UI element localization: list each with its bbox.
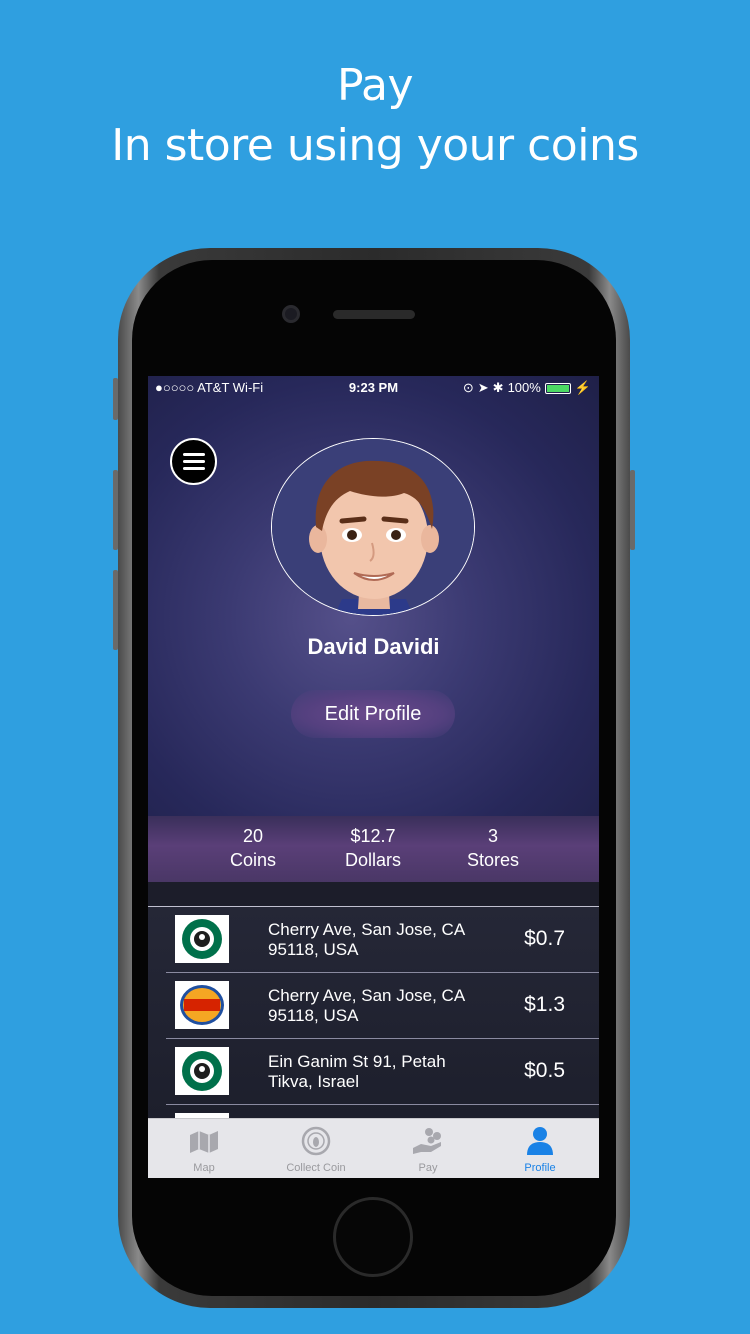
power-button [630,470,635,550]
edit-profile-button[interactable]: Edit Profile [291,690,455,738]
list-item[interactable]: Cherry Ave, San Jose, CA 95118, USA $1.3 [166,972,599,1038]
tab-bar: Map Collect Coin Pay Profile [148,1118,599,1178]
status-bar: ●○○○○ AT&T Wi-Fi 9:23 PM ⊙ ➤ ✱ 100% ⚡ [148,376,599,400]
profile-header: ●○○○○ AT&T Wi-Fi 9:23 PM ⊙ ➤ ✱ 100% ⚡ Da… [148,376,599,816]
tab-profile[interactable]: Profile [484,1119,596,1178]
avatar-illustration [272,439,474,615]
bluetooth-icon: ✱ [492,380,504,395]
app-screen: ●○○○○ AT&T Wi-Fi 9:23 PM ⊙ ➤ ✱ 100% ⚡ Da… [148,376,599,1178]
stat-value: 3 [487,826,498,846]
person-icon [484,1125,596,1157]
transaction-address: Cherry Ave, San Jose, CA 95118, USA [268,920,466,959]
home-button [333,1197,413,1277]
stat-value: $12.7 [350,826,396,846]
pay-hand-icon [372,1125,484,1157]
charging-icon: ⚡ [574,380,591,395]
list-item[interactable]: Cherry Ave, San Jose, CA 95118, USA $0.7 [148,906,599,972]
battery-percent: 100% [507,380,541,395]
stat-dollars: $12.7 Dollars [313,824,433,872]
speaker-grille [333,310,415,319]
location-icon: ➤ [477,380,489,395]
user-name: David Davidi [307,634,440,659]
lock-rotation-icon: ⊙ [462,380,474,395]
list-item[interactable]: Ein Ganim St 91, Petah Tikva, Israel $0.… [166,1038,599,1104]
stat-value: 20 [242,826,264,846]
stat-coins: 20 Coins [193,824,313,872]
stat-stores: 3 Stores [433,824,553,872]
starbucks-logo-icon [175,1047,229,1095]
coin-icon [260,1125,372,1157]
map-icon [148,1125,260,1157]
stat-label: Stores [466,850,520,870]
transaction-amount: $0.7 [524,927,565,950]
burger-king-logo-icon [175,981,229,1029]
volume-up-button [113,470,118,550]
transaction-address: Cherry Ave, San Jose, CA 95118, USA [268,986,466,1025]
battery-icon [544,382,571,394]
avatar[interactable] [271,438,475,616]
transaction-list: Cherry Ave, San Jose, CA 95118, USA $0.7… [148,882,599,1161]
tab-map[interactable]: Map [148,1119,260,1178]
mute-switch [113,378,118,420]
headline-subtitle: In store using your coins [111,120,639,171]
starbucks-logo-icon [175,915,229,963]
hamburger-menu-button[interactable] [170,438,217,485]
front-camera [282,305,300,323]
volume-down-button [113,570,118,650]
transaction-address: Ein Ganim St 91, Petah Tikva, Israel [268,1052,446,1091]
transaction-amount: $0.5 [524,1059,565,1082]
headline-title: Pay [336,60,414,111]
stat-label: Coins [229,850,277,870]
tab-collect-coin[interactable]: Collect Coin [260,1119,372,1178]
status-right: ⊙ ➤ ✱ 100% ⚡ [463,376,591,400]
stats-bar: 20 Coins $12.7 Dollars 3 Stores [148,816,599,882]
tab-pay[interactable]: Pay [372,1119,484,1178]
stat-label: Dollars [344,850,401,870]
list-top-spacer [148,882,599,906]
transaction-amount: $1.3 [524,993,565,1016]
